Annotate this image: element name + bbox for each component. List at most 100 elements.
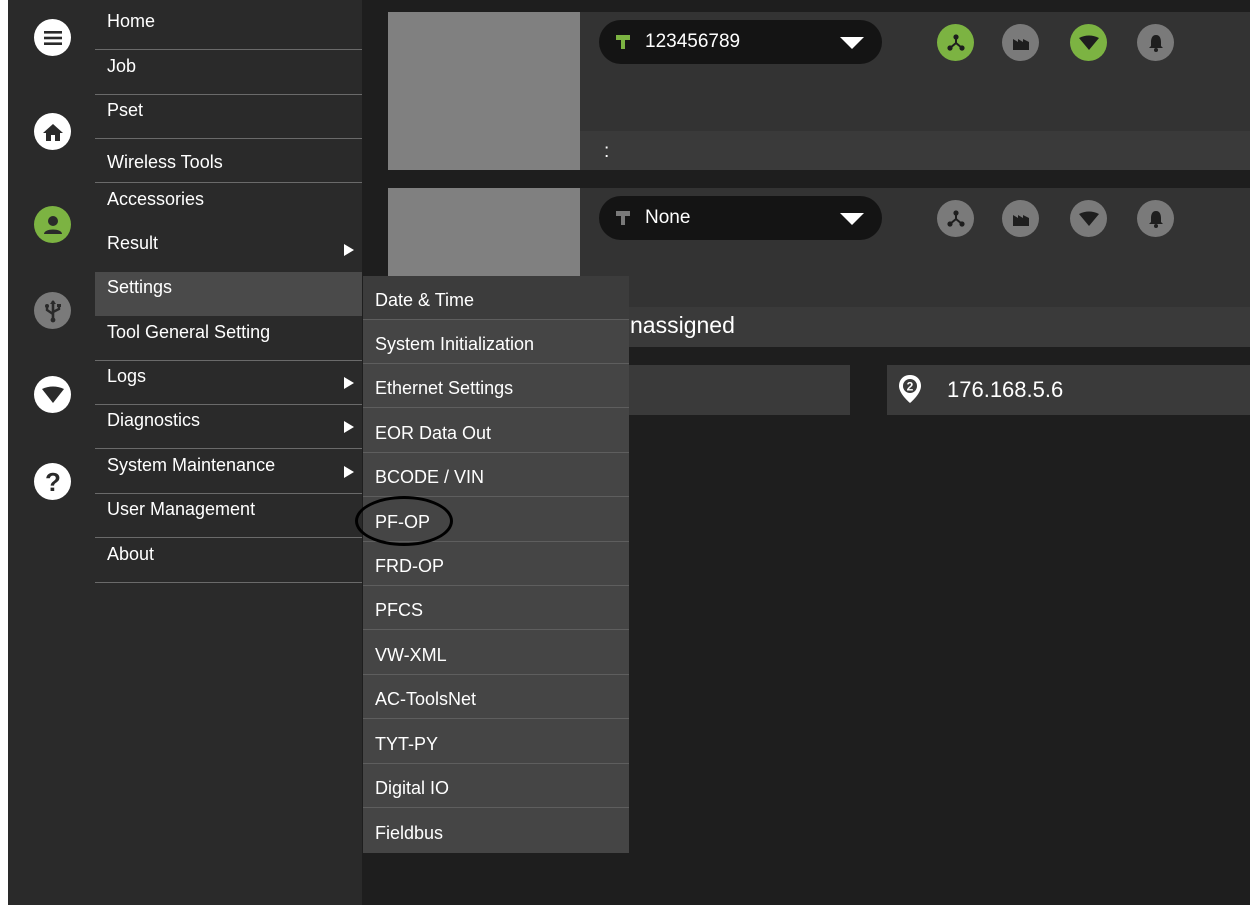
factory-icon[interactable]: [1002, 200, 1039, 237]
submenu-item-date-time[interactable]: Date & Time: [363, 276, 629, 320]
submenu-item-eor-data-out[interactable]: EOR Data Out: [363, 409, 629, 453]
menu-item-system-maintenance[interactable]: System Maintenance: [95, 450, 362, 494]
help-icon[interactable]: ?: [34, 463, 71, 500]
menu-item-logs[interactable]: Logs: [95, 361, 362, 405]
tool-assignment-text: nassigned: [630, 312, 735, 338]
user-icon[interactable]: [34, 206, 71, 243]
submenu-item-label: BCODE / VIN: [375, 467, 485, 487]
menu-item-label: Settings: [107, 277, 173, 297]
menu-item-about[interactable]: About: [95, 539, 362, 583]
tool-card-info-bar: [580, 131, 1250, 170]
menu-item-label: About: [107, 544, 155, 564]
menu-item-label: Accessories: [107, 189, 205, 209]
menu-item-label: Home: [107, 11, 156, 31]
tool-selector[interactable]: None: [599, 196, 882, 240]
submenu-arrow-icon: [344, 421, 354, 433]
menu-item-tool-general-setting[interactable]: Tool General Setting: [95, 317, 362, 361]
menu-item-label: Pset: [107, 100, 144, 120]
svg-text:?: ?: [45, 468, 61, 496]
tool-selector-value: None: [645, 207, 691, 228]
app-window: ? Home Job Pset Wireless Tools Accessori…: [0, 0, 1250, 905]
submenu-item-label: PFCS: [375, 600, 424, 620]
network-field: [628, 365, 850, 415]
network-icon[interactable]: [937, 24, 974, 61]
menu-item-wireless-tools[interactable]: Wireless Tools: [95, 139, 362, 183]
submenu-item-label: Digital IO: [375, 778, 450, 798]
chevron-down-icon: [840, 37, 864, 49]
menu-item-label: Tool General Setting: [107, 322, 271, 342]
menu-item-label: Wireless Tools: [107, 152, 223, 172]
submenu-arrow-icon: [344, 244, 354, 256]
tool-selector[interactable]: 123456789: [599, 20, 882, 64]
submenu-item-pf-op[interactable]: PF-OP: [363, 498, 629, 542]
submenu-item-ethernet-settings[interactable]: Ethernet Settings: [363, 364, 629, 408]
divider: [95, 182, 362, 183]
submenu-item-frd-op[interactable]: FRD-OP: [363, 542, 629, 586]
menu-item-label: System Maintenance: [107, 455, 276, 475]
tool-selector-value: 123456789: [645, 31, 741, 52]
submenu-item-vw-xml[interactable]: VW-XML: [363, 631, 629, 675]
submenu-item-label: EOR Data Out: [375, 423, 492, 443]
submenu-item-label: AC-ToolsNet: [375, 689, 477, 709]
menu-item-pset[interactable]: Pset: [95, 95, 362, 139]
menu-item-home[interactable]: Home: [95, 6, 362, 50]
submenu-item-label: VW-XML: [375, 645, 447, 665]
submenu-item-label: TYT-PY: [375, 734, 439, 754]
ip-address: 176.168.5.6: [947, 377, 1064, 402]
main-menu: Home Job Pset Wireless Tools Accessories…: [95, 0, 362, 905]
tool-icon: [615, 210, 631, 231]
wifi-status-icon[interactable]: [1070, 24, 1107, 61]
chevron-down-icon: [840, 213, 864, 225]
wifi-status-icon[interactable]: [1070, 200, 1107, 237]
bell-icon[interactable]: [1137, 24, 1174, 61]
home-icon[interactable]: [34, 113, 71, 150]
menu-item-label: Diagnostics: [107, 410, 201, 430]
submenu-item-label: Ethernet Settings: [375, 378, 514, 398]
submenu-item-label: System Initialization: [375, 334, 535, 354]
bell-icon[interactable]: [1137, 200, 1174, 237]
submenu-item-fieldbus[interactable]: Fieldbus: [363, 809, 629, 853]
submenu-item-label: FRD-OP: [375, 556, 444, 576]
submenu-item-bcode-vin[interactable]: BCODE / VIN: [363, 453, 629, 497]
submenu-arrow-icon: [344, 377, 354, 389]
submenu-arrow-icon: [344, 466, 354, 478]
factory-icon[interactable]: [1002, 24, 1039, 61]
menu-item-job[interactable]: Job: [95, 51, 362, 95]
tool-icon: [615, 34, 631, 55]
divider: [363, 496, 629, 497]
submenu-item-system-initialization[interactable]: System Initialization: [363, 320, 629, 364]
ip-field: [887, 365, 1250, 415]
menu-item-label: Logs: [107, 366, 147, 386]
usb-icon[interactable]: [34, 292, 71, 329]
icon-rail: ?: [8, 0, 95, 905]
submenu-item-label: Fieldbus: [375, 823, 444, 843]
submenu-item-pfcs[interactable]: PFCS: [363, 586, 629, 630]
network-icon[interactable]: [937, 200, 974, 237]
menu-item-label: Job: [107, 56, 137, 76]
divider: [363, 629, 629, 630]
submenu-item-label: PF-OP: [375, 512, 431, 532]
tool-thumbnail: [388, 12, 580, 170]
location-pin-icon: 2: [897, 374, 923, 409]
tool-thumbnail: [388, 188, 580, 276]
menu-item-result[interactable]: Result: [95, 228, 362, 272]
divider: [363, 807, 629, 808]
submenu-item-tyt-py[interactable]: TYT-PY: [363, 720, 629, 764]
submenu-item-ac-toolsnet[interactable]: AC-ToolsNet: [363, 675, 629, 719]
submenu-item-label: Date & Time: [375, 290, 475, 310]
wifi-icon[interactable]: [34, 376, 71, 413]
menu-icon[interactable]: [34, 19, 71, 56]
divider: [363, 407, 629, 408]
tool-info-text: :: [604, 141, 610, 162]
menu-item-label: User Management: [107, 499, 256, 519]
divider: [95, 448, 362, 449]
menu-item-label: Result: [107, 233, 159, 253]
divider: [95, 49, 362, 50]
submenu-item-digital-io[interactable]: Digital IO: [363, 764, 629, 808]
network-badge: 2: [907, 380, 914, 394]
menu-item-settings[interactable]: Settings: [95, 272, 362, 316]
divider: [95, 537, 362, 538]
menu-item-user-management[interactable]: User Management: [95, 494, 362, 538]
menu-item-accessories[interactable]: Accessories: [95, 184, 362, 228]
menu-item-diagnostics[interactable]: Diagnostics: [95, 405, 362, 449]
